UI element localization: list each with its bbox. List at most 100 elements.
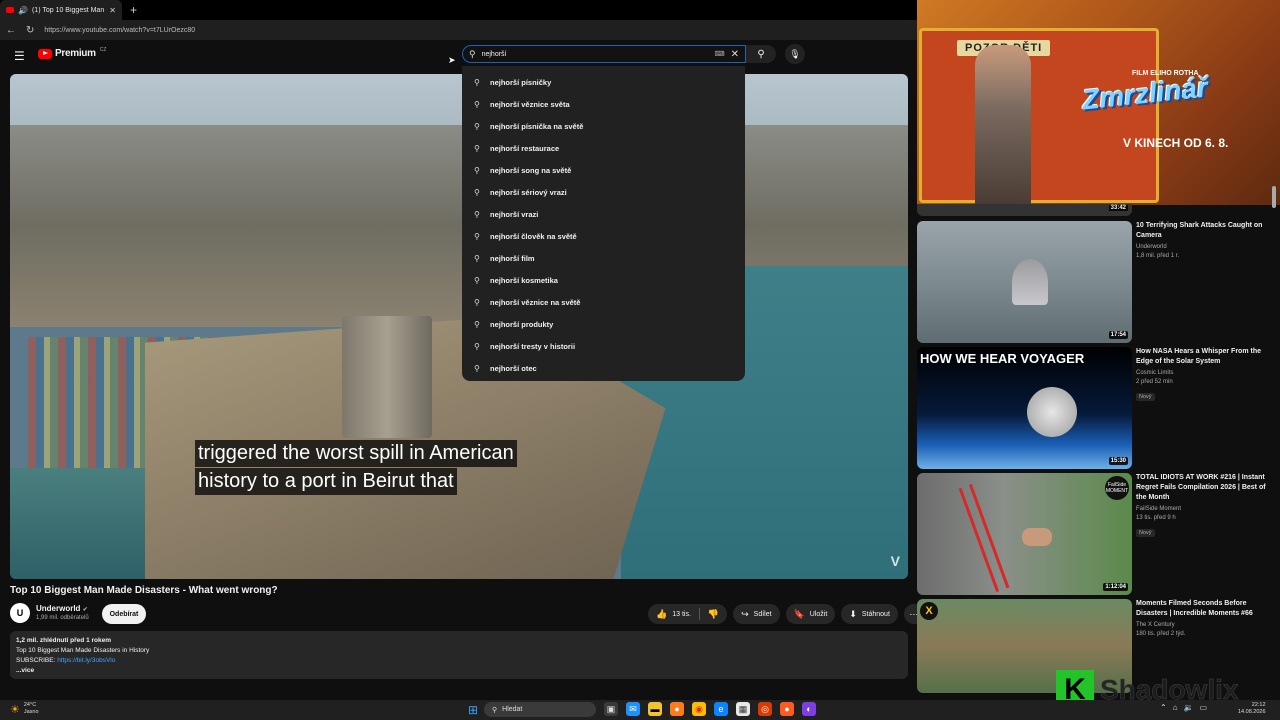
- speaker-icon[interactable]: 🔊: [18, 6, 28, 15]
- ad-figure: [975, 45, 1031, 205]
- suggestion-item[interactable]: ⚲ nejhorší otec: [462, 357, 745, 379]
- volume-icon[interactable]: 🔉: [1184, 703, 1194, 712]
- video-description[interactable]: 1,2 mil. zhlédnutí před 1 rokem Top 10 B…: [10, 631, 908, 679]
- recommendation-thumbnail[interactable]: 17:54: [917, 221, 1132, 343]
- suggestion-item[interactable]: ⚲ nejhorší film: [462, 247, 745, 269]
- suggestion-item[interactable]: ⚲ nejhorší písnička na světě: [462, 115, 745, 137]
- panel-scrollbar[interactable]: [1272, 186, 1276, 208]
- suggestion-text: nejhorší písničky: [490, 77, 552, 87]
- chevron-up-icon[interactable]: ⌃: [1160, 703, 1167, 712]
- network-icon[interactable]: ⌂: [1173, 703, 1178, 712]
- search-icon: ⚲: [474, 231, 480, 241]
- video-actions: 👍 13 tis. 👎 ↪ Sdílet 🔖 Uložit ⬇ Stáhnout ⋯: [648, 604, 924, 624]
- logo-country: CZ: [99, 46, 107, 53]
- channel-avatar[interactable]: U: [10, 603, 30, 623]
- recommendation-views: 2 před 52 min: [1136, 379, 1173, 385]
- back-icon[interactable]: ←: [6, 25, 16, 36]
- suggestion-item[interactable]: ⚲ nejhorší produkty: [462, 313, 745, 335]
- share-button[interactable]: ↪ Sdílet: [733, 604, 780, 624]
- channel-watermark-icon: V: [890, 553, 900, 569]
- youtube-favicon-icon: [6, 7, 14, 13]
- video-player[interactable]: V: [10, 74, 908, 579]
- search-icon: ⚲: [492, 706, 498, 714]
- firefox-alt-icon[interactable]: ●: [780, 702, 794, 716]
- ad-banner[interactable]: POZOR DĚTI FILM ELIHO ROTHA Zmrzlinář V …: [917, 0, 1280, 205]
- file-explorer-icon[interactable]: ▬: [648, 702, 662, 716]
- clear-search-icon[interactable]: ✕: [731, 49, 739, 60]
- recommendation-item[interactable]: 17:54 10 Terrifying Shark Attacks Caught …: [917, 221, 1277, 343]
- search-icon: ⚲: [474, 77, 480, 87]
- search-icon: ⚲: [474, 319, 480, 329]
- search-button[interactable]: ⚲: [746, 45, 776, 63]
- browser-tab[interactable]: 🔊 (1) Top 10 Biggest Man Made ✕: [0, 0, 122, 20]
- youtube-logo[interactable]: Premium CZ: [38, 46, 107, 59]
- store-icon[interactable]: ▦: [736, 702, 750, 716]
- suggestion-item[interactable]: ⚲ nejhorší song na světě: [462, 159, 745, 181]
- edge-icon[interactable]: e: [714, 702, 728, 716]
- system-tray: ⌃ ⌂ 🔉 ▭: [1160, 703, 1207, 712]
- duration-badge: 17:54: [1108, 331, 1128, 339]
- recommendation-title[interactable]: Moments Filmed Seconds Before Disasters …: [1136, 599, 1276, 619]
- suggestion-item[interactable]: ⚲ nejhorší věznice na světě: [462, 291, 745, 313]
- new-tab-button[interactable]: +: [130, 3, 137, 17]
- suggestion-item[interactable]: ⚲ nejhorší písničky: [462, 71, 745, 93]
- recommendation-title[interactable]: TOTAL IDIOTS AT WORK #216 | Instant Regr…: [1136, 473, 1276, 503]
- url-field[interactable]: https://www.youtube.com/watch?v=t7LUrOez…: [44, 27, 195, 34]
- recommendation-item[interactable]: FailSide MOMENT 1:12:04 TOTAL IDIOTS AT WO…: [917, 473, 1277, 595]
- firefox-icon[interactable]: ●: [670, 702, 684, 716]
- close-tab-icon[interactable]: ✕: [109, 6, 116, 15]
- recommendation-item[interactable]: HOW WE HEAR VOYAGER 15:30 How NASA Hears a…: [917, 347, 1277, 469]
- voice-search-button[interactable]: 🎙: [785, 44, 805, 64]
- menu-icon[interactable]: ☰: [14, 49, 25, 63]
- windows-start-icon[interactable]: ⊞: [468, 703, 478, 717]
- mail-icon[interactable]: ✉: [626, 702, 640, 716]
- keyboard-icon[interactable]: ⌨: [715, 50, 725, 58]
- ad-release: V KINECH OD 6. 8.: [1123, 136, 1229, 150]
- suggestion-item[interactable]: ⚲ nejhorší vrazi: [462, 203, 745, 225]
- partial-thumbnail[interactable]: 33:42: [917, 204, 1132, 216]
- caption-line-1: triggered the worst spill in American: [195, 440, 517, 467]
- suggestion-text: nejhorší člověk na světě: [490, 231, 577, 241]
- task-view-icon[interactable]: ▣: [604, 702, 618, 716]
- chrome-alt-icon[interactable]: ◎: [758, 702, 772, 716]
- dislike-button[interactable]: 👎: [700, 604, 727, 624]
- recommendation-channel[interactable]: The X Century: [1136, 622, 1276, 628]
- search-icon: ⚲: [474, 165, 480, 175]
- mouse-cursor-icon: ➤: [448, 55, 456, 65]
- recommendation-channel[interactable]: FailSide Moment: [1136, 506, 1276, 512]
- channel-name[interactable]: Underworld ✔: [36, 604, 88, 613]
- suggestion-item[interactable]: ⚲ nejhorší člověk na světě: [462, 225, 745, 247]
- recommendation-thumbnail[interactable]: HOW WE HEAR VOYAGER 15:30: [917, 347, 1132, 469]
- recommendation-thumbnail[interactable]: FailSide MOMENT 1:12:04: [917, 473, 1132, 595]
- suggestion-item[interactable]: ⚲ nejhorší věznice světa: [462, 93, 745, 115]
- desc-link[interactable]: https://bit.ly/3obsVlo: [57, 657, 115, 664]
- reload-icon[interactable]: ↻: [26, 25, 34, 36]
- like-button[interactable]: 👍 13 tis.: [648, 604, 699, 624]
- suggestion-item[interactable]: ⚲ nejhorší tresty v historii: [462, 335, 745, 357]
- chrome-icon[interactable]: ◉: [692, 702, 706, 716]
- recommendation-title[interactable]: How NASA Hears a Whisper From the Edge o…: [1136, 347, 1276, 367]
- search-value[interactable]: nejhorší: [482, 51, 709, 58]
- suggestion-item[interactable]: ⚲ nejhorší sériový vrazi: [462, 181, 745, 203]
- recommendation-title[interactable]: 10 Terrifying Shark Attacks Caught on Ca…: [1136, 221, 1276, 241]
- battery-icon[interactable]: ▭: [1200, 703, 1208, 712]
- search-input[interactable]: ⚲ nejhorší ⌨ ✕: [462, 45, 746, 63]
- suggestion-item[interactable]: ⚲ nejhorší restaurace: [462, 137, 745, 159]
- subscribe-button[interactable]: Odebírat: [102, 604, 146, 624]
- suggestion-text: nejhorší restaurace: [490, 143, 560, 153]
- recommendation-channel[interactable]: Underworld: [1136, 244, 1276, 250]
- logo-text: Premium: [55, 48, 96, 59]
- desc-more[interactable]: ...více: [16, 666, 902, 676]
- save-button[interactable]: 🔖 Uložit: [785, 604, 836, 624]
- thumbnail-shark: [1012, 259, 1048, 305]
- recommendation-channel[interactable]: Cosmic Limits: [1136, 370, 1276, 376]
- verified-icon: ✔: [82, 607, 88, 613]
- taskbar-clock[interactable]: 22:12 14.08.2026: [1238, 702, 1266, 716]
- weather-widget[interactable]: ☀ 24°C Jasno: [10, 702, 39, 716]
- taskbar-search[interactable]: ⚲ Hledat: [484, 702, 596, 717]
- suggestion-item[interactable]: ⚲ nejhorší kosmetika: [462, 269, 745, 291]
- download-button[interactable]: ⬇ Stáhnout: [841, 604, 898, 624]
- duration-badge: 1:12:04: [1103, 583, 1128, 591]
- search-icon: ⚲: [474, 297, 480, 307]
- messenger-icon[interactable]: ◐: [802, 702, 816, 716]
